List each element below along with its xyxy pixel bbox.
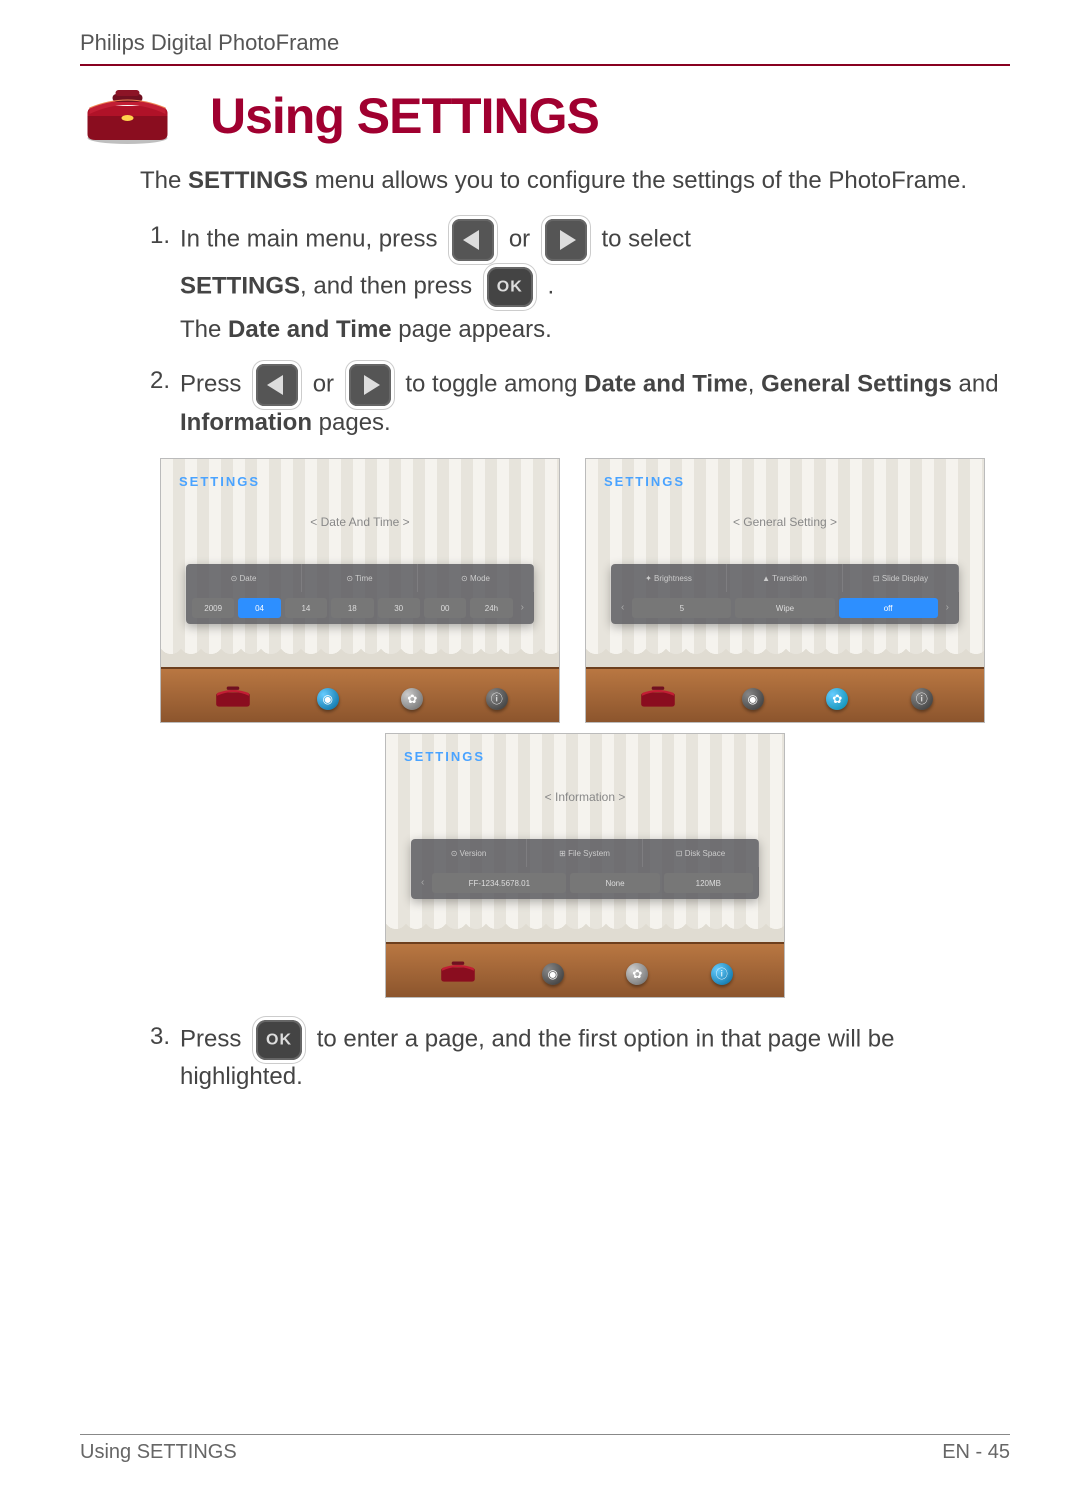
ok-button-icon: OK	[256, 1020, 302, 1060]
right-arrow-icon	[349, 364, 391, 406]
left-arrow-icon	[256, 364, 298, 406]
page-title: Using SETTINGS	[210, 87, 599, 145]
step-2: 2. Press or to toggle among Date and Tim…	[150, 364, 1010, 999]
screenshot-information: SETTINGS < Information > ⊙ Version ⊞ Fil…	[385, 733, 785, 998]
toolbox-icon	[75, 86, 180, 146]
screenshot-date-time: SETTINGS < Date And Time > ⊙ Date ⊙ Time…	[160, 458, 560, 723]
intro-text: The SETTINGS menu allows you to configur…	[140, 164, 1010, 199]
footer-left: Using SETTINGS	[80, 1441, 237, 1464]
page-footer: Using SETTINGS EN - 45	[80, 1434, 1010, 1464]
right-arrow-icon	[545, 219, 587, 261]
screenshot-general: SETTINGS < General Setting > ✦ Brightnes…	[585, 458, 985, 723]
left-arrow-icon	[452, 219, 494, 261]
ok-button-icon: OK	[487, 267, 533, 307]
footer-right: EN - 45	[942, 1441, 1010, 1464]
page-header: Philips Digital PhotoFrame	[80, 30, 1010, 66]
step-1: 1. In the main menu, press or to select …	[150, 219, 1010, 348]
step-3: 3. Press OK to enter a page, and the fir…	[150, 1020, 1010, 1095]
screenshots-row: SETTINGS < Date And Time > ⊙ Date ⊙ Time…	[160, 458, 1010, 723]
content: The SETTINGS menu allows you to configur…	[80, 164, 1010, 1095]
title-row: Using SETTINGS	[75, 86, 1010, 146]
